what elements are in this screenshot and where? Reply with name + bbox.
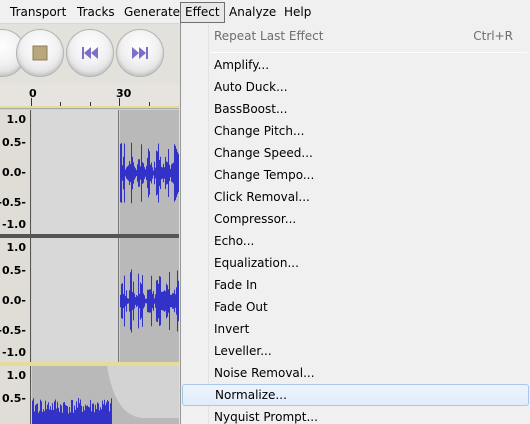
waveform-unselected [32,238,119,362]
menu-item-label: Repeat Last Effect [214,29,324,43]
menu-item-click-removal[interactable]: Click Removal... [182,186,529,208]
scale-label: -1.0 [1,218,26,231]
scale-label: 0.5- [1,392,26,405]
waveform-clip [120,110,180,234]
menu-item-invert[interactable]: Invert [182,318,529,340]
skip-to-end-button[interactable] [116,29,164,77]
menu-bar: Transport Tracks Generate Effect Analyze… [0,0,530,24]
menu-item-change-pitch[interactable]: Change Pitch... [182,120,529,142]
effect-menu-dropdown: Repeat Last Effect Ctrl+R Amplify... Aut… [180,23,530,424]
waveform-envelope [32,366,180,424]
menu-tracks[interactable]: Tracks [73,2,119,23]
menu-item-amplify[interactable]: Amplify... [182,54,529,76]
audio-track-right[interactable]: 1.0 0.5- 0.0- -0.5- -1.0 [0,238,180,362]
scale-label: 0.0- [1,294,26,307]
scale-label: -1.0 [1,346,26,359]
transport-toolbar [0,24,180,84]
menu-item-nyquist-prompt[interactable]: Nyquist Prompt... [182,406,529,424]
audio-track-left[interactable]: 1.0 0.5- 0.0- -0.5- -1.0 [0,110,180,234]
scale-label: 0.0- [1,166,26,179]
ruler-label-0: 0 [29,87,37,100]
waveform [120,142,180,204]
waveform-samples [120,269,180,333]
menu-item-repeat-last-effect: Repeat Last Effect Ctrl+R [182,25,529,47]
menu-item-change-tempo[interactable]: Change Tempo... [182,164,529,186]
stop-button[interactable] [16,29,64,77]
scale-label: 0.5- [1,264,26,277]
scale-label: 1.0 [6,369,27,382]
menu-item-fade-in[interactable]: Fade In [182,274,529,296]
menu-effect[interactable]: Effect [180,2,225,23]
stop-icon [32,45,48,61]
timeline-ruler[interactable]: 0 30 [0,84,180,108]
waveform-area[interactable] [32,238,180,362]
waveform-samples [32,398,112,424]
menu-item-normalize[interactable]: Normalize... [182,384,529,406]
menu-generate[interactable]: Generate [120,2,184,23]
audio-track-third[interactable]: 1.0 0.5- [0,366,180,424]
scale-label: 1.0 [6,241,27,254]
waveform-samples [120,142,180,204]
menu-item-fade-out[interactable]: Fade Out [182,296,529,318]
menu-transport[interactable]: Transport [6,2,70,23]
menu-item-noise-removal[interactable]: Noise Removal... [182,362,529,384]
menu-item-change-speed[interactable]: Change Speed... [182,142,529,164]
menu-separator [211,52,527,53]
skip-to-end-icon [132,47,148,59]
scale-label: -0.5- [0,196,26,209]
menu-item-leveller[interactable]: Leveller... [182,340,529,362]
menu-item-auto-duck[interactable]: Auto Duck... [182,76,529,98]
menu-help[interactable]: Help [280,2,315,23]
amplitude-scale: 1.0 0.5- [0,366,31,424]
scale-label: -0.5- [0,324,26,337]
waveform-unselected [32,110,119,234]
ruler-play-region [0,106,180,109]
menu-item-bassboost[interactable]: BassBoost... [182,98,529,120]
ruler-label-30: 30 [116,87,132,100]
waveform [120,269,180,333]
amplitude-scale: 1.0 0.5- 0.0- -0.5- -1.0 [0,110,31,234]
shortcut-label: Ctrl+R [473,29,513,43]
menu-item-compressor[interactable]: Compressor... [182,208,529,230]
waveform-area[interactable] [32,110,180,234]
waveform-clip [120,238,180,362]
menu-item-echo[interactable]: Echo... [182,230,529,252]
menu-analyze[interactable]: Analyze [225,2,280,23]
menu-item-equalization[interactable]: Equalization... [182,252,529,274]
skip-to-start-icon [82,47,98,59]
skip-to-start-button[interactable] [66,29,114,77]
amplitude-scale: 1.0 0.5- 0.0- -0.5- -1.0 [0,238,31,362]
waveform-area[interactable] [32,366,180,424]
scale-label: 0.5- [1,136,26,149]
scale-label: 1.0 [6,113,27,126]
